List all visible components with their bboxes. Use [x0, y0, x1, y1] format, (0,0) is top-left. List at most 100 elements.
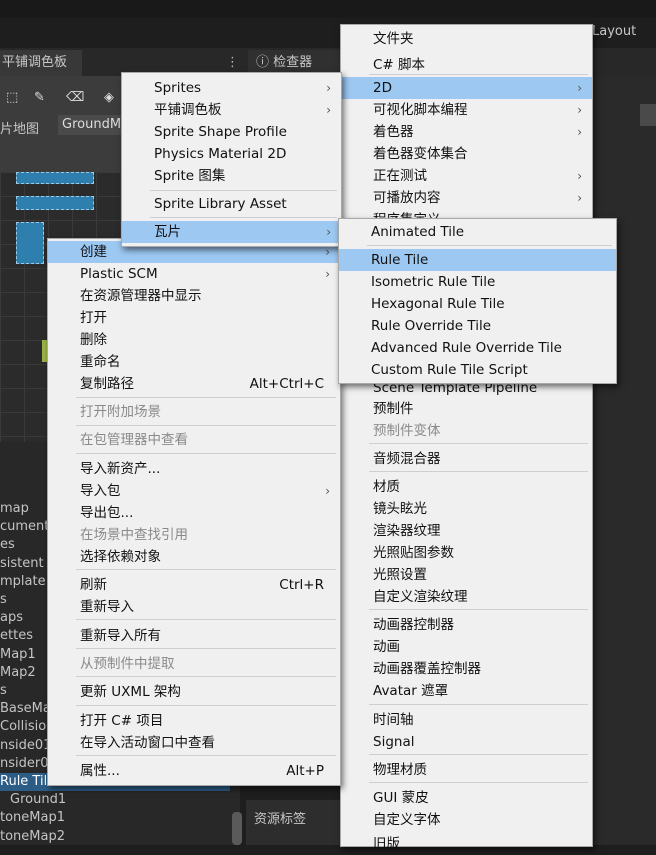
menu-create-item[interactable]: 材质 — [341, 476, 592, 498]
project-item[interactable]: Collisio — [0, 718, 46, 736]
menu-tiles-item[interactable]: Advanced Rule Override Tile — [339, 337, 616, 359]
menu-tiles-item[interactable]: Rule Tile — [339, 249, 616, 271]
project-item[interactable]: Map1 — [0, 646, 36, 664]
menu-main-item[interactable]: 导入新资产... — [48, 458, 340, 480]
2d-submenu: Sprites › 平铺调色板 › Sprite Shape Profile Physic… — [121, 72, 342, 247]
menu-main-item[interactable]: 更新 UXML 架构 — [48, 681, 340, 703]
menu-item-label: Rule Override Tile — [371, 318, 492, 334]
menu-shortcut: Alt+Ctrl+C — [249, 376, 324, 392]
menu-create-item[interactable]: 渲染器纹理 — [341, 520, 592, 542]
project-item[interactable]: s — [0, 682, 7, 700]
side-panel-button[interactable] — [640, 104, 656, 126]
menu-2d-item[interactable]: 瓦片 › — [122, 221, 341, 243]
menu-main-item[interactable]: 打开 C# 项目 — [48, 710, 340, 732]
menu-create-item[interactable]: 时间轴 — [341, 709, 592, 731]
menu-item-label: Animated Tile — [371, 224, 465, 240]
menu-create-item[interactable]: 动画 — [341, 636, 592, 658]
menu-create-item[interactable]: 旧版 — [341, 833, 592, 855]
menu-create-item[interactable]: 自定义渲染纹理 — [341, 586, 592, 608]
menu-item-label: 可视化脚本编程 — [373, 102, 468, 118]
menu-create-item[interactable]: 正在测试 › — [341, 165, 592, 187]
menu-main-item[interactable]: 重新导入所有 — [48, 625, 340, 647]
menu-separator — [76, 397, 336, 398]
layout-dropdown[interactable]: Layout — [592, 24, 636, 39]
project-item[interactable]: nsider0 — [0, 755, 49, 773]
project-item[interactable]: toneMap1 — [0, 809, 65, 827]
project-item[interactable]: Map2 — [0, 664, 36, 682]
scrollbar[interactable] — [232, 812, 242, 845]
menu-main-item[interactable]: 重命名 — [48, 351, 340, 373]
menu-main-item[interactable]: 重新导入 — [48, 596, 340, 618]
menu-separator — [369, 471, 588, 472]
menu-2d-item[interactable]: Sprites › — [122, 77, 341, 99]
menu-main-item[interactable]: 导入包 › — [48, 480, 340, 502]
menu-create-item[interactable]: 着色器变体集合 — [341, 143, 592, 165]
menu-main-item[interactable]: 刷新 Ctrl+R — [48, 574, 340, 596]
project-item[interactable]: sistent — [0, 555, 44, 573]
menu-item-label: 导出包... — [80, 505, 134, 521]
menu-item-label: 重新导入所有 — [80, 628, 161, 644]
select-tool-icon[interactable]: ⬚ — [6, 90, 18, 105]
menu-create-item[interactable]: 可播放内容 › — [341, 187, 592, 209]
active-tilemap-dropdown[interactable]: GroundM — [58, 115, 124, 135]
project-item[interactable]: ettes — [0, 627, 33, 645]
menu-tiles-item[interactable]: Hexagonal Rule Tile — [339, 293, 616, 315]
menu-create-item[interactable]: Signal — [341, 731, 592, 753]
menu-tiles-item[interactable]: Animated Tile — [339, 221, 616, 243]
menu-create-item[interactable]: 预制件 — [341, 398, 592, 420]
menu-tiles-item[interactable]: Rule Override Tile — [339, 315, 616, 337]
chevron-right-icon: › — [577, 191, 582, 205]
menu-create-item[interactable]: GUI 蒙皮 — [341, 787, 592, 809]
tab-tile-palette[interactable]: 平铺调色板 — [0, 50, 82, 76]
eraser-tool-icon[interactable]: ⌫ — [66, 90, 84, 105]
project-item[interactable]: BaseMa — [0, 700, 51, 718]
menu-main-item[interactable]: 导出包... — [48, 502, 340, 524]
menu-create-item[interactable]: 镜头眩光 — [341, 498, 592, 520]
menu-main-item[interactable]: 选择依赖对象 — [48, 546, 340, 568]
menu-item-label: 创建 — [80, 244, 107, 260]
project-item[interactable]: toneMap2 — [0, 828, 65, 846]
menu-2d-item[interactable]: Sprite 图集 — [122, 165, 341, 187]
menu-create-item[interactable]: 文件夹 — [341, 28, 592, 50]
menu-item-label: 更新 UXML 架构 — [80, 684, 181, 700]
menu-tiles-item[interactable]: Isometric Rule Tile — [339, 271, 616, 293]
project-item[interactable]: nside01 — [0, 737, 51, 755]
menu-create-item[interactable]: 光照设置 — [341, 564, 592, 586]
menu-create-item[interactable]: C# 脚本 — [341, 54, 592, 76]
project-item[interactable]: es — [0, 536, 15, 554]
menu-create-item[interactable]: 可视化脚本编程 › — [341, 99, 592, 121]
menu-create-item[interactable]: 动画器控制器 — [341, 614, 592, 636]
palette-tile[interactable] — [16, 172, 94, 184]
menu-main-item[interactable]: 在导入活动窗口中查看 — [48, 732, 340, 754]
menu-main-item[interactable]: 复制路径 Alt+Ctrl+C — [48, 373, 340, 395]
menu-create-item[interactable]: 音频混合器 — [341, 448, 592, 470]
project-item[interactable]: cument — [0, 518, 49, 536]
menu-tiles-item[interactable]: Custom Rule Tile Script — [339, 359, 616, 381]
menu-main-item[interactable]: 属性... Alt+P — [48, 760, 340, 782]
menu-main-item[interactable]: 在资源管理器中显示 — [48, 285, 340, 307]
menu-2d-item[interactable]: Sprite Library Asset — [122, 193, 341, 215]
project-item[interactable]: mplate — [0, 573, 46, 591]
menu-2d-item[interactable]: Physics Material 2D — [122, 143, 341, 165]
menu-create-item[interactable]: 物理材质 — [341, 759, 592, 781]
menu-main-item[interactable]: 删除 — [48, 329, 340, 351]
menu-create-item[interactable]: Avatar 遮罩 — [341, 680, 592, 702]
menu-2d-item[interactable]: Sprite Shape Profile — [122, 121, 341, 143]
menu-create-item[interactable]: 自定义字体 — [341, 809, 592, 831]
project-item[interactable]: s — [0, 591, 7, 609]
menu-main-item[interactable]: Plastic SCM › — [48, 263, 340, 285]
menu-item-label: 瓦片 — [154, 224, 181, 240]
menu-create-item[interactable]: 光照贴图参数 — [341, 542, 592, 564]
palette-tile[interactable] — [16, 196, 94, 210]
project-item[interactable]: aps — [0, 609, 23, 627]
menu-create-item[interactable]: 动画器覆盖控制器 — [341, 658, 592, 680]
menu-create-item[interactable]: 着色器 › — [341, 121, 592, 143]
fill-tool-icon[interactable]: ◈ — [104, 90, 114, 105]
menu-main-item[interactable]: 打开 — [48, 307, 340, 329]
menu-create-item[interactable]: 2D › — [341, 77, 592, 99]
picker-tool-icon[interactable]: ✎ — [34, 90, 45, 105]
palette-tile[interactable] — [16, 222, 44, 264]
project-item[interactable]: Ground1 — [10, 791, 66, 809]
project-item[interactable]: map — [0, 500, 29, 518]
menu-2d-item[interactable]: 平铺调色板 › — [122, 99, 341, 121]
